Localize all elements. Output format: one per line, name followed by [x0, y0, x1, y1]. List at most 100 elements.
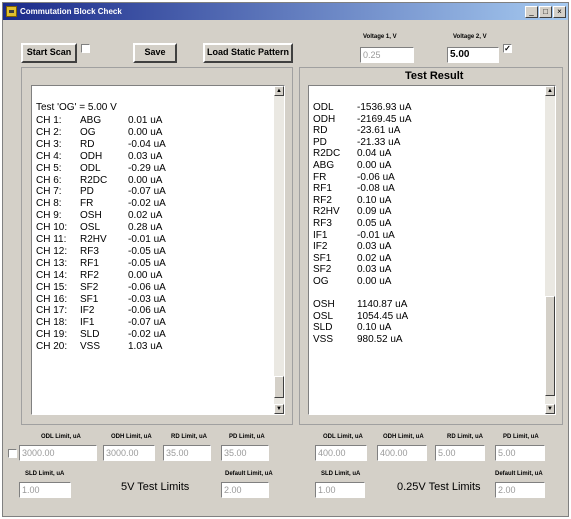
channel-label: CH 8:: [36, 198, 62, 210]
default-limit-5v-input[interactable]: 2.00: [221, 482, 269, 498]
signal-value: 0.03 uA: [357, 241, 392, 253]
signal-name: RF3: [313, 218, 332, 229]
signal-name: RF3: [80, 245, 99, 257]
odh-limit-label: ODH Limit, uA: [383, 434, 424, 440]
pd-limit-025v-input[interactable]: 5.00: [495, 445, 545, 461]
sld-limit-025v-input[interactable]: 1.00: [315, 482, 365, 498]
signal-name: OSH: [313, 299, 335, 311]
signal-name: R2DC: [313, 148, 341, 160]
signal-value: -0.05 uA: [128, 257, 166, 269]
maximize-button[interactable]: □: [539, 5, 552, 18]
signal-value: -0.06 uA: [128, 305, 166, 317]
odh-limit-025v-input[interactable]: 400.00: [377, 445, 427, 461]
scroll-up-icon[interactable]: ▲: [274, 86, 284, 96]
signal-name: RF1: [313, 183, 332, 195]
channel-label: CH 19:: [36, 329, 68, 341]
signal-name: VSS: [80, 341, 101, 353]
channel-label: CH 13:: [36, 257, 68, 269]
signal-name: R2HV: [313, 206, 340, 218]
signal-value: 0.09 uA: [357, 206, 392, 218]
signal-value: -0.04 uA: [128, 138, 166, 150]
signal-name: PD: [80, 186, 94, 198]
minimize-button[interactable]: _: [525, 5, 538, 18]
list-item: OSH 1140.87 uA: [313, 299, 533, 311]
signal-name: RF2: [313, 194, 332, 206]
right-scrollbar[interactable]: ▲ ▼: [545, 86, 555, 414]
start-scan-button[interactable]: Start Scan: [21, 43, 77, 63]
scroll-thumb[interactable]: [274, 376, 284, 398]
signal-name: ABG: [313, 160, 335, 171]
list-item: CH 1: ABG 0.01 uA: [36, 115, 266, 127]
signal-name: ODL: [313, 102, 334, 113]
list-item: R2DC 0.04 uA: [313, 148, 533, 160]
list-item: PD -21.33 uA: [313, 137, 533, 149]
signal-name: PD: [313, 136, 327, 148]
signal-value: 0.10 uA: [357, 194, 392, 206]
list-item: OSL 1054.45 uA: [313, 311, 533, 323]
list-item: CH 9: OSH 0.02 uA: [36, 210, 266, 222]
left-scrollbar[interactable]: ▲ ▼: [274, 86, 284, 414]
signal-value: -0.03 uA: [128, 293, 166, 305]
save-button[interactable]: Save: [133, 43, 177, 63]
signal-name: ODH: [80, 150, 103, 162]
list-item: CH 12: RF3 -0.05 uA: [36, 246, 266, 258]
signal-name: SF2: [80, 281, 99, 293]
limits-5v-checkbox[interactable]: [8, 449, 17, 458]
window-title: Commutation Block Check: [20, 7, 122, 16]
rd-limit-025v-input[interactable]: 5.00: [435, 445, 485, 461]
voltage2-checkbox[interactable]: ✓: [503, 44, 512, 53]
channel-label: CH 3:: [36, 138, 62, 150]
odl-limit-025v-input[interactable]: 400.00: [315, 445, 367, 461]
pd-limit-label: PD Limit, uA: [503, 434, 539, 440]
start-scan-checkbox[interactable]: [81, 44, 90, 53]
channel-label: CH 17:: [36, 305, 68, 317]
scroll-thumb[interactable]: [545, 296, 555, 396]
title-bar[interactable]: Commutation Block Check _ □ ×: [3, 3, 568, 20]
signal-value: 0.00 uA: [128, 126, 163, 138]
list-item: CH 16: SF1 -0.03 uA: [36, 294, 266, 306]
signal-value: 0.00 uA: [128, 174, 163, 186]
list-item: OG 0.00 uA: [313, 276, 533, 288]
list-item: RD -23.61 uA: [313, 125, 533, 137]
close-button[interactable]: ×: [553, 5, 566, 18]
odh-limit-5v-input[interactable]: 3000.00: [103, 445, 155, 461]
signal-value: -0.02 uA: [128, 329, 166, 341]
signal-name: ABG: [80, 115, 102, 126]
channel-label: CH 16:: [36, 293, 68, 305]
signal-value: 0.04 uA: [357, 148, 392, 160]
voltage1-input[interactable]: 0.25: [360, 47, 414, 63]
signal-name: IF2: [80, 305, 95, 317]
channel-label: CH 6:: [36, 174, 62, 186]
signal-value: -0.02 uA: [128, 198, 166, 210]
signal-name: SF2: [313, 264, 332, 276]
list-item: SF2 0.03 uA: [313, 264, 533, 276]
scroll-down-icon[interactable]: ▼: [274, 404, 284, 414]
signal-name: FR: [80, 198, 94, 210]
scroll-up-icon[interactable]: ▲: [545, 86, 555, 96]
load-static-pattern-button[interactable]: Load Static Pattern: [203, 43, 293, 63]
pd-limit-5v-input[interactable]: 35.00: [221, 445, 269, 461]
list-item: CH 5: ODL -0.29 uA: [36, 163, 266, 175]
list-item: IF2 0.03 uA: [313, 241, 533, 253]
signal-name: VSS: [313, 334, 334, 345]
signal-value: -23.61 uA: [357, 125, 401, 137]
list-item: CH 18: IF1 -0.07 uA: [36, 317, 266, 329]
default-limit-label: Default Limit, uA: [225, 471, 273, 477]
odh-limit-label: ODH Limit, uA: [111, 434, 152, 440]
app-window: Commutation Block Check _ □ × Start Scan…: [2, 2, 569, 517]
voltage2-input[interactable]: 5.00: [447, 47, 499, 63]
scroll-down-icon[interactable]: ▼: [545, 404, 555, 414]
odl-limit-5v-input[interactable]: 3000.00: [19, 445, 97, 461]
test-header: Test 'OG' = 5.00 V: [36, 102, 117, 113]
sld-limit-5v-input[interactable]: 1.00: [19, 482, 71, 498]
signal-value: -0.06 uA: [357, 171, 395, 183]
list-item: CH 8: FR -0.02 uA: [36, 198, 266, 210]
signal-name: IF1: [80, 317, 95, 329]
signal-name: OG: [313, 276, 329, 287]
default-limit-025v-input[interactable]: 2.00: [495, 482, 545, 498]
channel-label: CH 12:: [36, 245, 68, 257]
list-item: CH 17: IF2 -0.06 uA: [36, 305, 266, 317]
rd-limit-5v-input[interactable]: 35.00: [163, 445, 211, 461]
channel-label: CH 1:: [36, 115, 62, 126]
signal-value: -0.01 uA: [357, 229, 395, 241]
